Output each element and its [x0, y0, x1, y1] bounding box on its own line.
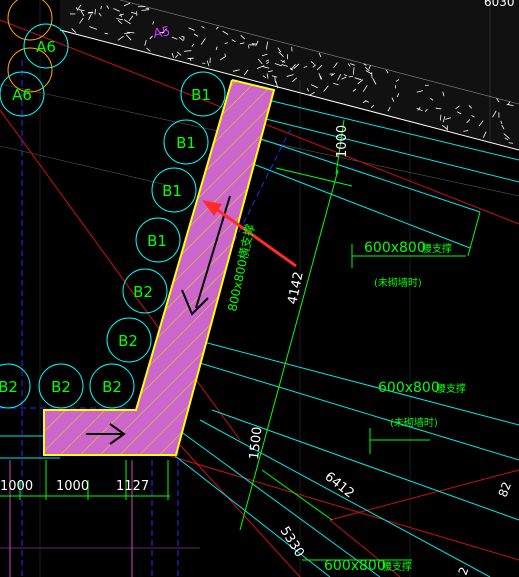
dim-1000-top: 1000 — [335, 125, 350, 158]
svg-text:B2: B2 — [0, 378, 18, 396]
pile-b1-4: B1 — [135, 217, 181, 263]
pile-b2-1: B2 — [122, 268, 168, 314]
dim-4142: 4142 — [285, 270, 307, 305]
annotation-2-suffix: 腰支撑 — [436, 382, 466, 395]
svg-text:B2: B2 — [102, 378, 122, 396]
dim-1127: 1127 — [116, 479, 149, 494]
annotation-2-size: 600x800 — [378, 380, 440, 396]
annotation-3-size: 600x800 — [324, 558, 386, 574]
pile-b1-3: B1 — [151, 167, 197, 213]
top-hatched-strip — [59, 0, 519, 151]
pile-b2-2: B2 — [106, 317, 152, 363]
annotation-1-suffix: 腰支撑 — [422, 242, 452, 255]
svg-text:B2: B2 — [118, 332, 138, 350]
svg-text:B1: B1 — [176, 134, 196, 152]
pile-b1-2: B1 — [163, 119, 209, 165]
svg-text:A6: A6 — [12, 86, 32, 104]
tag-top: A5 — [152, 24, 172, 42]
dim-6412: 6412 — [322, 469, 357, 501]
dim-5330: 5330 — [277, 524, 307, 560]
svg-text:B2: B2 — [51, 378, 71, 396]
pile-b2-4: B2 — [38, 363, 84, 409]
pile-b2-5: B2 — [0, 363, 31, 409]
svg-text:B2: B2 — [133, 283, 153, 301]
svg-text:B1: B1 — [147, 232, 167, 250]
annotation-3-suffix: 腰支撑 — [382, 560, 412, 573]
svg-text:B1: B1 — [162, 182, 182, 200]
edge-mark-1: 82 — [496, 480, 514, 499]
hatch-speckle — [94, 9, 96, 15]
pile-a6-lower: A6 — [0, 71, 45, 117]
annotation-1-note: (未砌墙时) — [374, 276, 422, 289]
annotation-2-note: (未砌墙时) — [390, 416, 438, 429]
drawing-canvas: A6 A6 B1 B1 B1 B1 B2 B2 B2 B2 B2 1000 41… — [0, 0, 519, 577]
edge-mark-2: 2 — [456, 565, 472, 577]
pile-a6-upper: A6 — [23, 23, 69, 69]
hatch-speckle — [224, 53, 226, 58]
dim-1000-left: 1000 — [0, 479, 33, 494]
pile-b2-3: B2 — [89, 363, 135, 409]
dim-1000-mid: 1000 — [56, 479, 89, 494]
corner-number: 6030 — [484, 0, 515, 9]
dim-1500: 1500 — [247, 426, 265, 460]
svg-text:B1: B1 — [191, 86, 211, 104]
svg-text:A6: A6 — [36, 38, 56, 56]
annotation-1-size: 600x800 — [364, 240, 426, 256]
